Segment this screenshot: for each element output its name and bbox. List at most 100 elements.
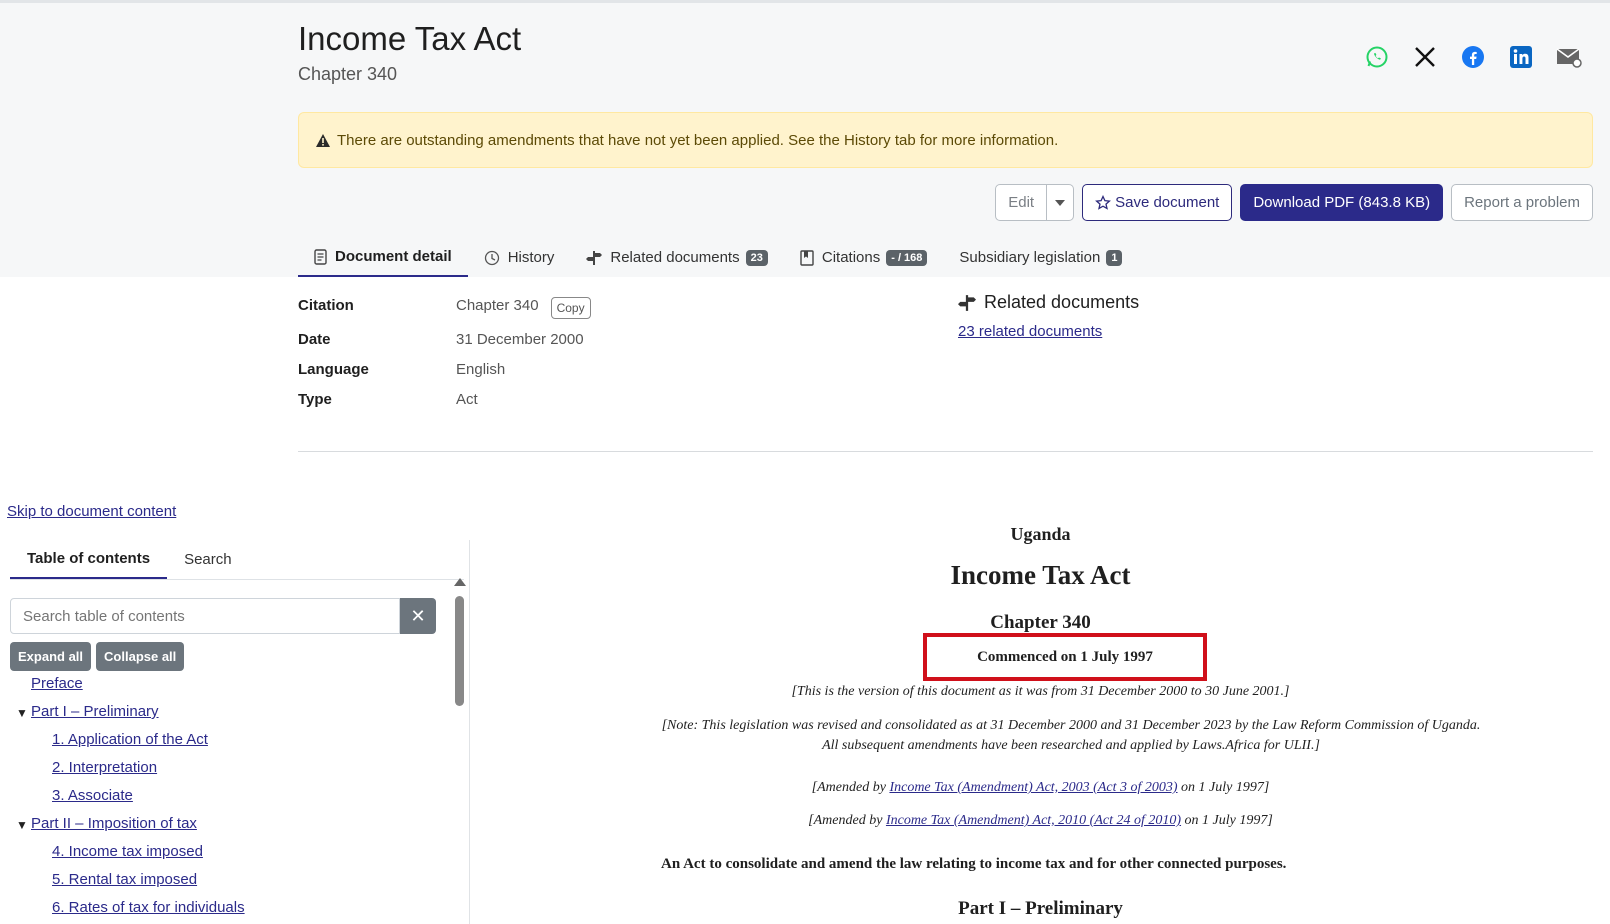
revision-note: [Note: This legislation was revised and … xyxy=(661,718,1481,753)
toc-list: Preface ▼ Part I – Preliminary 1. Applic… xyxy=(0,675,450,924)
caret-down-icon[interactable]: ▼ xyxy=(16,706,28,720)
toc-controls: Expand all Collapse all xyxy=(10,642,185,671)
citation-label: Citation xyxy=(298,297,354,314)
language-row: Language English xyxy=(298,361,505,378)
tab-citations[interactable]: Citations - / 168 xyxy=(784,238,944,277)
collapse-all-button[interactable]: Collapse all xyxy=(96,642,185,671)
whatsapp-icon[interactable] xyxy=(1364,44,1390,70)
copy-citation-button[interactable]: Copy xyxy=(550,297,591,319)
date-row: Date 31 December 2000 xyxy=(298,331,584,348)
document-detail-panel: Citation Chapter 340 Copy Date 31 Decemb… xyxy=(298,292,1593,452)
related-count-badge: 23 xyxy=(745,249,768,266)
amendment-link-2010[interactable]: Income Tax (Amendment) Act, 2010 (Act 24… xyxy=(886,813,1181,828)
email-icon[interactable] xyxy=(1556,44,1582,70)
toc-item-section-6[interactable]: 6. Rates of tax for individuals xyxy=(52,899,245,916)
edit-button[interactable]: Edit xyxy=(995,184,1048,221)
document-icon xyxy=(314,248,327,265)
facebook-icon[interactable] xyxy=(1460,44,1486,70)
language-label: Language xyxy=(298,361,369,378)
tab-related-documents[interactable]: Related documents 23 xyxy=(570,238,784,277)
document-content: Uganda Income Tax Act Chapter 340 Commen… xyxy=(471,510,1610,924)
toc-item-section-3[interactable]: 3. Associate xyxy=(52,787,133,804)
history-icon xyxy=(484,250,500,266)
alert-text: There are outstanding amendments that ha… xyxy=(337,131,1059,149)
type-row: Type Act xyxy=(298,391,478,408)
citation-row: Citation Chapter 340 Copy xyxy=(298,297,591,319)
tab-label: Citations xyxy=(821,249,881,266)
commenced-highlight: Commenced on 1 July 1997 xyxy=(923,633,1207,681)
amended-prefix: [Amended by xyxy=(808,813,883,828)
tab-table-of-contents[interactable]: Table of contents xyxy=(10,540,168,579)
amendment-note-2: [Amended by Income Tax (Amendment) Act, … xyxy=(471,813,1610,829)
tab-label: Subsidiary legislation xyxy=(959,249,1101,266)
clear-search-button[interactable]: ✕ xyxy=(400,598,436,634)
x-icon[interactable] xyxy=(1412,44,1438,70)
signpost-icon xyxy=(586,250,603,266)
scroll-up-arrow-icon[interactable] xyxy=(454,578,466,586)
related-documents-title: Related documents xyxy=(984,292,1140,312)
close-icon: ✕ xyxy=(410,605,426,626)
bookmark-book-icon xyxy=(800,249,814,266)
long-title: An Act to consolidate and amend the law … xyxy=(661,856,1287,872)
version-note: [This is the version of this document as… xyxy=(791,684,1290,699)
amendment-note-1: [Amended by Income Tax (Amendment) Act, … xyxy=(471,780,1610,796)
part-heading: Part I – Preliminary xyxy=(958,898,1123,919)
document-tabs: Document detail History Related document… xyxy=(298,238,1138,277)
amended-suffix: on 1 July 1997] xyxy=(1184,813,1273,828)
toc-panel: Table of contents Search ✕ Expand all Co… xyxy=(0,540,470,924)
signpost-icon xyxy=(958,294,976,311)
related-documents-link[interactable]: 23 related documents xyxy=(958,323,1139,340)
related-documents-section: Related documents 23 related documents xyxy=(958,292,1139,340)
toc-item-part-1[interactable]: Part I – Preliminary xyxy=(31,703,159,720)
tab-document-detail[interactable]: Document detail xyxy=(298,238,468,277)
star-icon xyxy=(1095,194,1112,210)
tab-search[interactable]: Search xyxy=(167,540,249,579)
toc-item-section-5[interactable]: 5. Rental tax imposed xyxy=(52,871,197,888)
caret-down-icon xyxy=(1055,199,1066,206)
type-value: Act xyxy=(456,391,478,408)
toc-search-input[interactable] xyxy=(10,598,400,634)
toc-item-section-2[interactable]: 2. Interpretation xyxy=(52,759,157,776)
linkedin-icon[interactable] xyxy=(1508,44,1534,70)
caret-down-icon[interactable]: ▼ xyxy=(16,818,28,832)
toc-search-box: ✕ xyxy=(10,598,436,634)
toc-item-section-4[interactable]: 4. Income tax imposed xyxy=(52,843,203,860)
doc-chapter: Chapter 340 xyxy=(990,612,1091,633)
date-label: Date xyxy=(298,331,331,348)
download-pdf-button[interactable]: Download PDF (843.8 KB) xyxy=(1240,184,1444,221)
toc-scrollbar[interactable] xyxy=(452,578,466,924)
toc-item-section-1[interactable]: 1. Application of the Act xyxy=(52,731,208,748)
type-label: Type xyxy=(298,391,332,408)
language-value: English xyxy=(456,361,506,378)
edit-button-group: Edit xyxy=(995,184,1075,221)
report-problem-button[interactable]: Report a problem xyxy=(1451,184,1593,221)
scrollbar-thumb[interactable] xyxy=(455,596,464,706)
page-subtitle: Chapter 340 xyxy=(298,64,398,84)
date-value: 31 December 2000 xyxy=(456,331,584,348)
tab-history[interactable]: History xyxy=(468,238,571,277)
tab-subsidiary-legislation[interactable]: Subsidiary legislation 1 xyxy=(943,238,1138,277)
toc-tabs: Table of contents Search xyxy=(10,540,464,580)
tab-label: Related documents xyxy=(610,249,740,266)
document-actions: Edit Save document Download PDF (843.8 K… xyxy=(995,184,1593,221)
document-header: Income Tax Act Chapter 340 xyxy=(298,18,521,85)
related-documents-heading: Related documents xyxy=(958,292,1139,313)
edit-dropdown-toggle[interactable] xyxy=(1047,184,1075,221)
toc-item-preface[interactable]: Preface xyxy=(31,675,83,692)
doc-title: Income Tax Act xyxy=(950,560,1131,590)
save-document-button[interactable]: Save document xyxy=(1082,184,1233,221)
skip-to-content-link[interactable]: Skip to document content xyxy=(7,503,176,520)
citation-value: Chapter 340 xyxy=(456,297,539,314)
amended-suffix: on 1 July 1997] xyxy=(1181,780,1270,795)
doc-country: Uganda xyxy=(1010,524,1071,544)
share-bar xyxy=(1364,44,1582,70)
citations-count-badge: - / 168 xyxy=(886,249,928,266)
amendments-alert: There are outstanding amendments that ha… xyxy=(298,112,1593,168)
subsidiary-count-badge: 1 xyxy=(1106,249,1123,266)
expand-all-button[interactable]: Expand all xyxy=(10,642,92,671)
page-title: Income Tax Act xyxy=(298,20,522,57)
toc-item-part-2[interactable]: Part II – Imposition of tax xyxy=(31,815,197,832)
commenced-text: Commenced on 1 July 1997 xyxy=(977,648,1153,665)
save-document-label: Save document xyxy=(1115,194,1220,211)
amendment-link-2003[interactable]: Income Tax (Amendment) Act, 2003 (Act 3 … xyxy=(889,780,1177,795)
